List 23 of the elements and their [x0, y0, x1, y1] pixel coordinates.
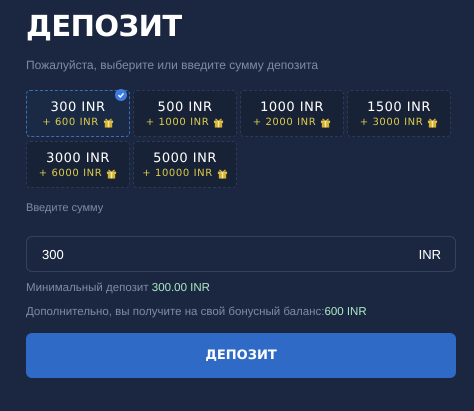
- gift-icon: [320, 116, 332, 128]
- gift-icon: [213, 116, 224, 128]
- check-icon: [115, 89, 127, 101]
- deposit-button[interactable]: ДЕПОЗИТ: [26, 333, 456, 378]
- gift-icon: [102, 116, 114, 128]
- page-title: ДЕПОЗИТ: [26, 9, 183, 43]
- info-text: Дополнительно, вы получите на свой бонусный баланс:: [26, 306, 324, 318]
- amount-option[interactable]: 5000 INR + 10000 INR: [133, 141, 237, 188]
- field-label: Введите сумму: [26, 202, 104, 214]
- subtitle: Пожалуйста, выберите или введите сумму депозита: [26, 58, 320, 72]
- info-value: 300.00 INR: [152, 282, 210, 294]
- amount-option[interactable]: 500 INR + 1000 INR: [133, 90, 237, 137]
- info-value: 600 INR: [324, 306, 367, 318]
- gift-icon: [216, 168, 228, 178]
- info-text: Минимальный депозит: [26, 282, 149, 294]
- gift-icon: [427, 116, 438, 128]
- amount-option[interactable]: 300 INR + 600 INR: [26, 90, 130, 137]
- amount-option[interactable]: 3000 INR + 6000 INR: [26, 141, 130, 188]
- gift-icon: [106, 168, 118, 178]
- amount-option[interactable]: 1500 INR + 3000 INR: [347, 90, 451, 137]
- amount-input[interactable]: 300 INR: [26, 236, 456, 272]
- amount-option[interactable]: 1000 INR + 2000 INR: [240, 90, 344, 137]
- currency-label: INR: [418, 246, 441, 262]
